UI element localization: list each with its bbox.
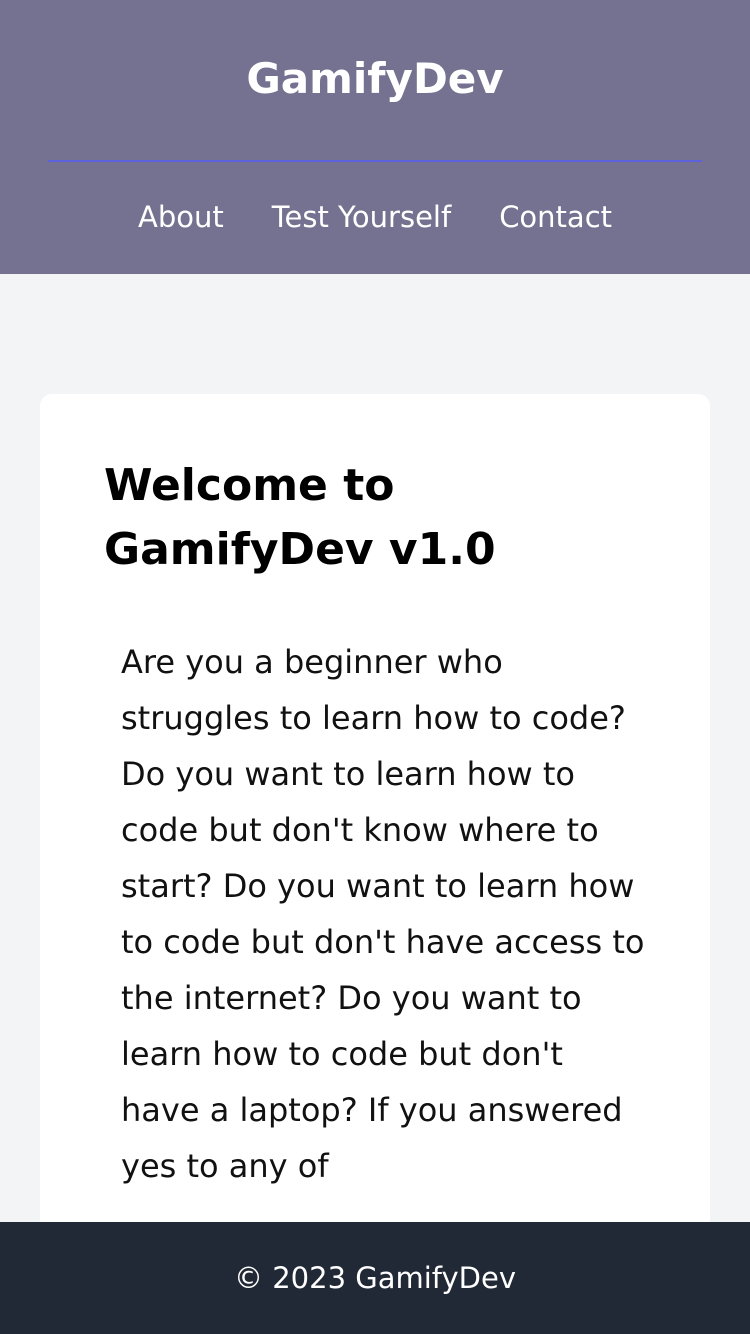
- welcome-heading: Welcome to GamifyDev v1.0: [104, 460, 496, 575]
- nav-link-test-yourself[interactable]: Test Yourself: [272, 196, 451, 238]
- nav-link-about[interactable]: About: [138, 196, 224, 238]
- nav-link-contact[interactable]: Contact: [499, 196, 612, 238]
- welcome-body-text: Are you a beginner who struggles to lear…: [121, 643, 645, 1185]
- site-header: GamifyDev About Test Yourself Contact: [0, 0, 750, 274]
- welcome-card: Welcome to GamifyDev v1.0 Are you a begi…: [40, 394, 710, 1264]
- site-footer: © 2023 GamifyDev: [0, 1222, 750, 1334]
- main-nav: About Test Yourself Contact: [0, 196, 750, 238]
- site-title[interactable]: GamifyDev: [0, 50, 750, 108]
- header-divider: [48, 160, 702, 162]
- footer-copyright: © 2023 GamifyDev: [234, 1261, 516, 1295]
